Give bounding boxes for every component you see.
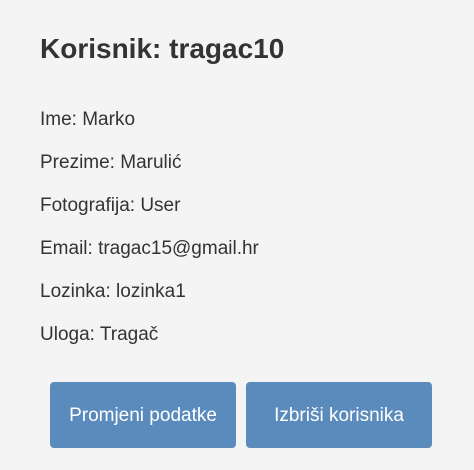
field-role: Uloga: Tragač xyxy=(40,324,159,345)
page-title: Korisnik: tragac10 xyxy=(40,33,285,64)
field-email: Email: tragac15@gmail.hr xyxy=(40,238,259,259)
user-fields: Ime: Marko Prezime: Marulić Fotografija:… xyxy=(40,106,259,364)
edit-user-button[interactable]: Promjeni podatke xyxy=(50,382,236,448)
field-password: Lozinka: lozinka1 xyxy=(40,281,186,302)
field-first-name: Ime: Marko xyxy=(40,109,136,130)
delete-user-button[interactable]: Izbriši korisnika xyxy=(246,382,432,448)
field-photo: Fotografija: User xyxy=(40,195,181,216)
field-last-name: Prezime: Marulić xyxy=(40,152,182,173)
